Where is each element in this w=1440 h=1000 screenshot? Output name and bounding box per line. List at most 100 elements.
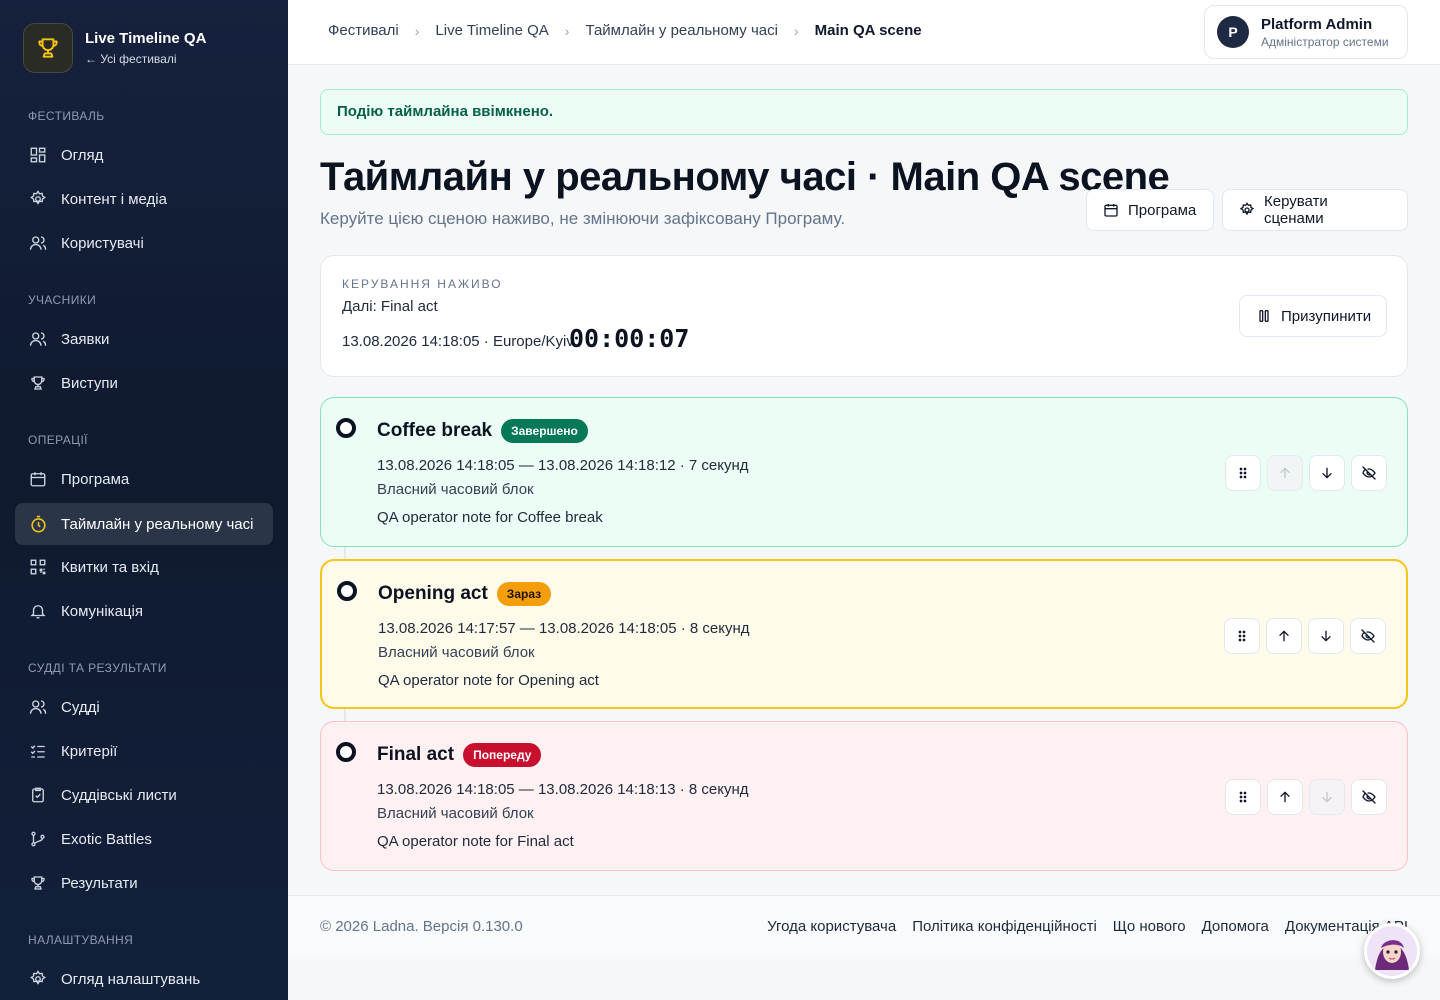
drag-handle-icon[interactable] [1225,455,1261,491]
item-note: QA operator note for Opening act [378,672,599,689]
move-up-button[interactable] [1267,455,1303,491]
sidebar-item-performances[interactable]: Виступи [15,362,273,404]
sidebar-item-label: Програма [61,470,130,488]
pause-icon [1256,308,1272,324]
git-branch-icon [28,829,48,849]
sidebar-item-users[interactable]: Користувачі [15,222,273,264]
topbar: Фестивалі › Live Timeline QA › Таймлайн … [288,0,1440,65]
sidebar: Live Timeline QA ← Усі фестивалі ФЕСТИВА… [0,0,288,1000]
item-title-row: Coffee break Завершено [377,419,588,443]
drag-handle-icon[interactable] [1224,618,1260,654]
item-time-range: 13.08.2026 14:17:57 — 13.08.2026 14:18:0… [378,620,750,637]
breadcrumb: Фестивалі › Live Timeline QA › Таймлайн … [328,22,922,39]
timeline-dot [336,418,356,438]
footer-link-terms[interactable]: Угода користувача [767,918,896,935]
pause-button[interactable]: Призупинити [1239,295,1387,337]
next-item: Далі: Final act [342,298,438,315]
item-actions [1225,779,1387,815]
move-up-button[interactable] [1267,779,1303,815]
breadcrumb-current: Main QA scene [814,22,922,39]
sidebar-item-exotic-battles[interactable]: Exotic Battles [15,818,273,860]
sidebar-item-label: Виступи [61,374,118,392]
clipboard-check-icon [28,785,48,805]
users-icon [28,233,48,253]
hide-eye-off-icon[interactable] [1351,455,1387,491]
sidebar-item-label: Огляд [61,146,104,164]
hide-eye-off-icon[interactable] [1351,779,1387,815]
sidebar-item-criteria[interactable]: Критерії [15,730,273,772]
item-kind: Власний часовий блок [377,481,534,498]
manage-scenes-button[interactable]: Керувати сценами [1222,189,1408,231]
trophy-icon [23,23,73,73]
program-button[interactable]: Програма [1086,189,1214,231]
sidebar-item-label: Користувачі [61,234,144,252]
assistant-avatar-button[interactable] [1364,923,1420,979]
live-control-card: КЕРУВАННЯ НАЖИВО Далі: Final act 13.08.2… [320,255,1408,377]
footer-link-whats-new[interactable]: Що нового [1113,918,1186,935]
hide-eye-off-icon[interactable] [1350,618,1386,654]
sidebar-item-label: Таймлайн у реальному часі [61,515,254,533]
timeline-dot [336,742,356,762]
move-down-button[interactable] [1308,618,1344,654]
footer-link-help[interactable]: Допомога [1202,918,1269,935]
sidebar-item-label: Критерії [61,742,118,760]
sidebar-item-label: Результати [61,874,138,892]
bell-icon [28,601,48,621]
section-judging: СУДДІ ТА РЕЗУЛЬТАТИ [28,661,167,675]
section-operations: ОПЕРАЦІЇ [28,433,88,447]
breadcrumb-festival[interactable]: Live Timeline QA [435,22,548,39]
item-title-row: Opening act Зараз [378,582,552,606]
user-menu[interactable]: P Platform Admin Адміністратор системи [1204,5,1408,59]
sidebar-item-score-sheets[interactable]: Суддівські листи [15,774,273,816]
sidebar-item-results[interactable]: Результати [15,862,273,904]
sidebar-item-communication[interactable]: Комунікація [15,590,273,632]
sidebar-item-settings-overview[interactable]: Огляд налаштувань [15,958,273,1000]
all-festivals-link[interactable]: ← Усі фестивалі [85,52,206,66]
calendar-icon [28,469,48,489]
sidebar-item-live-timeline[interactable]: Таймлайн у реальному часі [15,503,273,545]
users-icon [28,329,48,349]
sidebar-item-label: Судді [61,698,100,716]
sidebar-item-program[interactable]: Програма [15,458,273,500]
sidebar-item-judges[interactable]: Судді [15,686,273,728]
sidebar-item-applications[interactable]: Заявки [15,318,273,360]
chevron-right-icon: › [414,22,420,39]
calendar-icon [1103,202,1119,218]
page-subtitle: Керуйте цією сценою наживо, не змінюючи … [320,209,846,228]
move-down-button[interactable] [1309,455,1345,491]
sidebar-item-overview[interactable]: Огляд [15,134,273,176]
move-up-button[interactable] [1266,618,1302,654]
item-actions [1224,618,1386,654]
breadcrumb-live-timeline[interactable]: Таймлайн у реальному часі [585,22,777,39]
grid-icon [28,145,48,165]
item-title-row: Final act Попереду [377,743,542,767]
section-settings: НАЛАШТУВАННЯ [28,933,134,947]
section-participants: УЧАСНИКИ [28,293,97,307]
sidebar-item-label: Квитки та вхід [61,558,159,576]
chevron-right-icon: › [564,22,570,39]
sidebar-item-label: Заявки [61,330,110,348]
brand: Live Timeline QA ← Усі фестивалі [23,23,206,73]
sidebar-item-label: Комунікація [61,602,143,620]
sidebar-item-label: Контент і медіа [61,190,167,208]
user-role: Адміністратор системи [1261,34,1389,49]
timeline-item: Final act Попереду 13.08.2026 14:18:05 —… [320,721,1408,871]
drag-handle-icon[interactable] [1225,779,1261,815]
status-badge: Зараз [496,582,552,606]
sidebar-item-content[interactable]: Контент і медіа [15,178,273,220]
trophy-icon [28,373,48,393]
avatar: P [1217,16,1249,48]
item-kind: Власний часовий блок [377,805,534,822]
gear-icon [28,189,48,209]
move-down-button[interactable] [1309,779,1345,815]
users-icon [28,697,48,717]
timeline-item: Opening act Зараз 13.08.2026 14:17:57 — … [320,559,1408,709]
status-badge: Попереду [463,743,542,767]
current-datetime: 13.08.2026 14:18:05 · Europe/Kyiv [342,333,574,350]
footer-link-privacy[interactable]: Політика конфіденційності [912,918,1097,935]
timeline-dot [337,581,357,601]
item-actions [1225,455,1387,491]
elapsed-clock: 00:00:07 [569,324,690,353]
sidebar-item-tickets[interactable]: Квитки та вхід [15,546,273,588]
breadcrumb-festivals[interactable]: Фестивалі [328,22,399,39]
